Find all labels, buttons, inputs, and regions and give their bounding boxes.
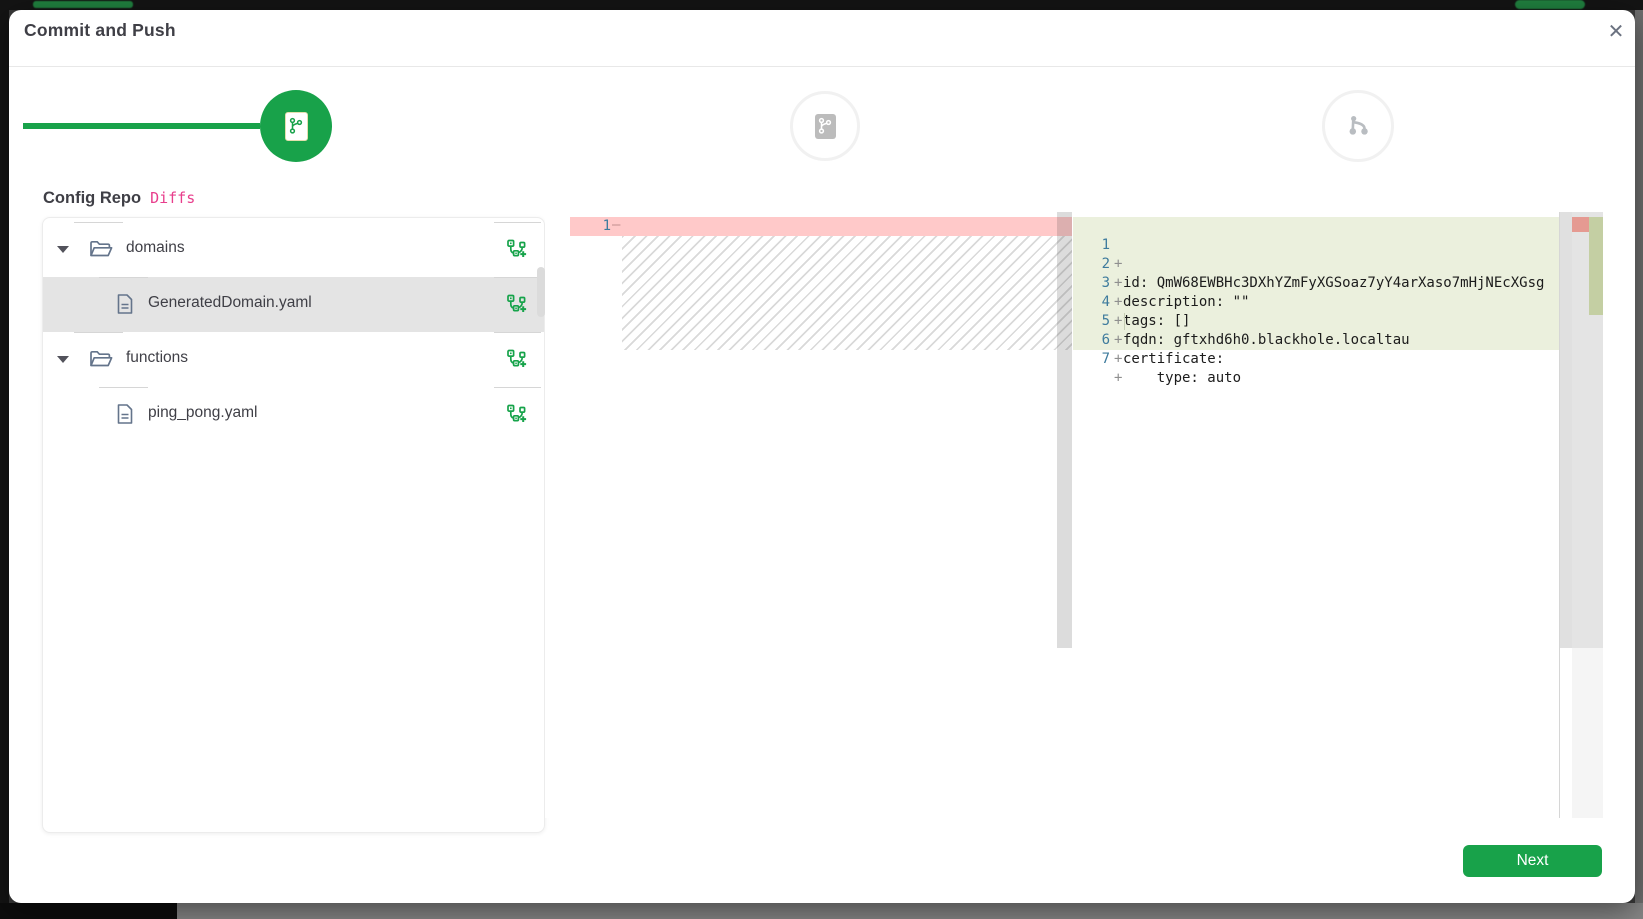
backdrop-left-strip <box>0 10 9 919</box>
tree-row-generateddomain-yaml[interactable]: GeneratedDomain.yaml <box>43 277 544 332</box>
diff-left-scrollbar-thumb[interactable] <box>1057 212 1072 648</box>
git-merge-icon <box>1345 113 1371 139</box>
chevron-down-icon[interactable] <box>57 356 69 363</box>
tree-item-label: domains <box>126 239 185 257</box>
folder-open-icon <box>89 349 113 369</box>
tree-row-domains[interactable]: domains <box>43 222 544 277</box>
stepper-step-push[interactable] <box>1322 90 1394 162</box>
git-branch-plus-icon[interactable] <box>506 238 528 260</box>
code-line: 2 + description: "" <box>1073 236 1559 255</box>
row-divider <box>494 222 541 223</box>
stepper-step-commit[interactable] <box>790 91 860 161</box>
chevron-down-icon[interactable] <box>57 246 69 253</box>
code-line: 7 + <box>1073 331 1559 350</box>
code-line: 4 + fqdn: gftxhd6h0.blackhole.localtau <box>1073 274 1559 293</box>
row-divider <box>99 387 148 388</box>
code-text: type: auto <box>1123 369 1241 388</box>
diff-deleted-line <box>570 217 1072 236</box>
git-branch-plus-icon[interactable] <box>506 293 528 315</box>
header-divider <box>9 66 1635 67</box>
backdrop-bottom-gray <box>177 903 1643 919</box>
file-icon <box>116 293 134 315</box>
code-line: 1 + id: QmW68EWBHc3DXhYZmFyXGSoaz7yY4arX… <box>1073 217 1559 236</box>
plus-sign: + <box>1114 369 1128 388</box>
code-line: 6 + type: auto <box>1073 312 1559 331</box>
code-line: 3 + tags: [] <box>1073 255 1559 274</box>
dialog-title: Commit and Push <box>24 20 176 41</box>
backdrop-top-strip <box>0 0 1643 10</box>
code-text: certificate: <box>1123 350 1224 369</box>
tree-item-label: ping_pong.yaml <box>148 404 257 422</box>
git-branch-plus-icon[interactable] <box>506 403 528 425</box>
backdrop-artifact <box>33 1 133 8</box>
backdrop-bottom-dark <box>0 903 177 919</box>
tree-scrollbar-thumb[interactable] <box>537 267 545 317</box>
overview-ruler-added-mark <box>1589 217 1603 315</box>
config-repo-file-tree: domains GeneratedDomain.yaml <box>42 217 545 833</box>
row-divider <box>74 332 123 333</box>
stepper-progress-line <box>23 123 260 129</box>
overview-ruler-track <box>1572 648 1603 818</box>
plus-sign: + <box>1114 350 1128 369</box>
row-divider <box>494 387 541 388</box>
tree-item-label: GeneratedDomain.yaml <box>148 294 312 312</box>
row-divider <box>494 277 541 278</box>
backdrop-right-strip <box>1635 10 1643 903</box>
file-icon <box>116 403 134 425</box>
tree-row-ping-pong-yaml[interactable]: ping_pong.yaml <box>43 387 544 442</box>
git-branch-icon <box>815 114 836 139</box>
row-divider <box>99 277 148 278</box>
tree-item-label: functions <box>126 349 188 367</box>
git-branch-icon <box>285 112 308 141</box>
close-icon[interactable]: ✕ <box>1601 18 1631 46</box>
diff-inserted-placeholder-hatch <box>622 236 1072 350</box>
diff-left-line-number: 1 <box>595 217 611 236</box>
diffs-badge: Diffs <box>150 189 195 207</box>
line-number: 7 <box>1073 350 1110 369</box>
diff-right-scrollbar-thumb[interactable] <box>1560 212 1572 648</box>
next-button[interactable]: Next <box>1463 845 1602 877</box>
indent-guide <box>1124 313 1125 330</box>
tree-row-functions[interactable]: functions <box>43 332 544 387</box>
section-title-text: Config Repo <box>43 189 141 207</box>
stepper-step-diffs[interactable] <box>260 90 332 162</box>
row-divider <box>74 222 123 223</box>
code-line: 5 + certificate: <box>1073 293 1559 312</box>
overview-ruler-deleted-mark <box>1572 217 1589 232</box>
row-divider <box>494 332 541 333</box>
diff-left-minus-sign: – <box>612 216 626 235</box>
folder-open-icon <box>89 239 113 259</box>
git-branch-plus-icon[interactable] <box>506 348 528 370</box>
backdrop-artifact <box>1515 0 1585 9</box>
section-title: Config Repo Diffs <box>43 189 195 208</box>
